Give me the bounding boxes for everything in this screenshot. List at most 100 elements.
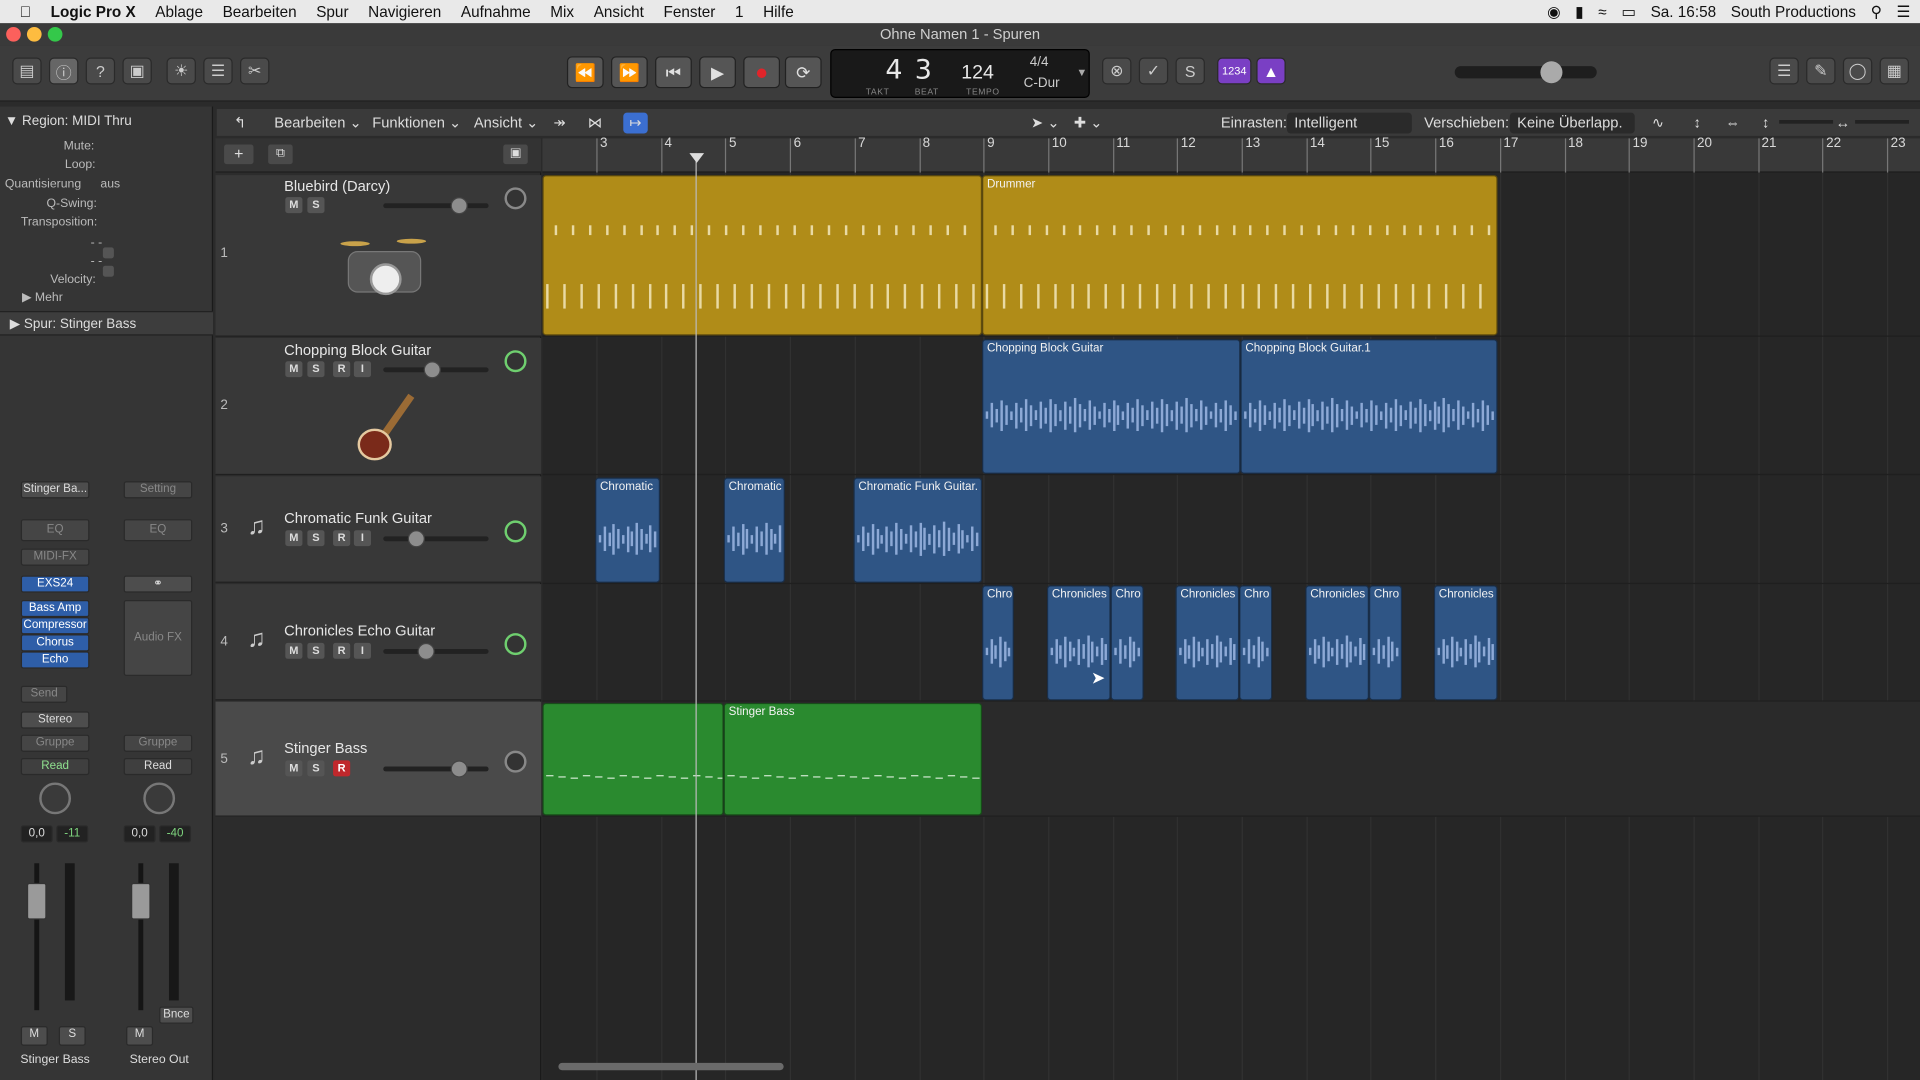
display-icon[interactable]: ▭ bbox=[1621, 2, 1635, 21]
replace-icon[interactable]: ⊗ bbox=[1102, 57, 1132, 85]
pan-knob[interactable] bbox=[504, 633, 527, 656]
link-icon[interactable]: ⚭ bbox=[123, 575, 193, 593]
track-header-5[interactable]: 5 ♫ Stinger Bass M S R bbox=[215, 701, 542, 817]
zoom-window-button[interactable] bbox=[47, 26, 63, 42]
library-icon[interactable]: ▤ bbox=[12, 57, 42, 85]
pointer-tool-icon[interactable]: ➤ ⌄ bbox=[1031, 113, 1060, 134]
audio-region[interactable]: Chronicles bbox=[1433, 585, 1498, 701]
instrument-slot[interactable]: EXS24 bbox=[20, 575, 90, 593]
volume-knob[interactable] bbox=[450, 197, 468, 215]
audio-region[interactable]: Chro bbox=[982, 585, 1014, 701]
menu-1[interactable]: 1 bbox=[725, 3, 753, 20]
mute-button[interactable]: M bbox=[285, 197, 303, 214]
smart-controls-icon[interactable]: ☀ bbox=[166, 57, 196, 85]
input-monitor-button[interactable]: I bbox=[353, 361, 372, 378]
track-header-4[interactable]: 4 ♫ Chronicles Echo Guitar M S R I bbox=[215, 584, 542, 701]
quantize-row[interactable]: Quantisierung aus bbox=[5, 178, 208, 191]
solo-button[interactable]: S bbox=[307, 642, 325, 659]
toolbar-icon[interactable]: ▣ bbox=[122, 57, 152, 85]
master-volume-slider[interactable] bbox=[1454, 66, 1597, 79]
solo-button[interactable]: S bbox=[307, 197, 325, 214]
mute-button[interactable]: M bbox=[285, 642, 303, 659]
track-name[interactable]: Chronicles Echo Guitar bbox=[284, 622, 435, 639]
mixer-icon[interactable]: ☰ bbox=[203, 57, 233, 85]
horizontal-scrollbar[interactable] bbox=[558, 1062, 784, 1071]
audio-region[interactable]: Chronicles bbox=[1175, 585, 1240, 701]
lcd-key[interactable]: C-Dur bbox=[1024, 76, 1060, 91]
wifi-icon[interactable]: ≈ bbox=[1598, 3, 1606, 20]
count-in-button[interactable]: 1234 bbox=[1217, 57, 1252, 85]
play-button[interactable]: ▶ bbox=[699, 56, 736, 89]
audio-region[interactable]: Chromatic bbox=[723, 477, 785, 583]
minimize-window-button[interactable] bbox=[26, 26, 42, 42]
lcd-display[interactable]: 4 3 TAKT BEAT 124 TEMPO 4/4 C-Dur ▼ bbox=[830, 48, 1090, 98]
volume-knob[interactable] bbox=[450, 760, 468, 778]
menu-spur[interactable]: Spur bbox=[306, 3, 358, 20]
volume-slider[interactable] bbox=[383, 203, 489, 209]
track-section-header[interactable]: ▶ Spur: Stinger Bass bbox=[0, 311, 214, 336]
drag-mode-select[interactable]: Keine Überlapp. bbox=[1509, 112, 1635, 134]
notification-icon[interactable]: ☰ bbox=[1896, 2, 1910, 21]
horizontal-zoom-icon[interactable]: ↔ bbox=[1836, 113, 1851, 134]
metronome-icon[interactable]: ▲ bbox=[1256, 57, 1286, 85]
record-enable-button[interactable]: R bbox=[333, 760, 351, 777]
pan-knob[interactable] bbox=[504, 350, 527, 373]
flex-icon[interactable]: ⋈ bbox=[588, 113, 603, 134]
go-to-start-button[interactable]: ⏮ bbox=[655, 56, 692, 89]
pan-knob-2[interactable] bbox=[143, 782, 176, 815]
menu-edit-local[interactable]: Bearbeiten ⌄ bbox=[274, 113, 361, 134]
record-button[interactable]: ● bbox=[743, 56, 781, 89]
editors-icon[interactable]: ✂ bbox=[240, 57, 270, 85]
global-tracks-icon[interactable]: ▣ bbox=[503, 144, 528, 165]
eq-button-1[interactable]: EQ bbox=[20, 519, 90, 542]
track-name[interactable]: Chopping Block Guitar bbox=[284, 342, 431, 359]
mute-button-strip-1[interactable]: M bbox=[20, 1026, 48, 1046]
midi-fx-slot[interactable]: MIDI-FX bbox=[20, 548, 90, 566]
audio-region[interactable]: Chro bbox=[1368, 585, 1403, 701]
quantize-value[interactable]: aus bbox=[100, 178, 120, 191]
snap-select[interactable]: Intelligent bbox=[1286, 112, 1412, 134]
input-monitor-button[interactable]: I bbox=[353, 642, 372, 659]
track-name[interactable]: Chromatic Funk Guitar bbox=[284, 509, 432, 526]
menu-navigieren[interactable]: Navigieren bbox=[358, 3, 451, 20]
midi-region[interactable]: Stinger Bass bbox=[723, 702, 983, 816]
secondary-tool-icon[interactable]: ✚ ⌄ bbox=[1074, 113, 1103, 134]
track-header-3[interactable]: 3 ♫ Chromatic Funk Guitar M S R I bbox=[215, 476, 542, 583]
audio-fx-slot[interactable]: Audio FX bbox=[123, 600, 193, 676]
user-name[interactable]: South Productions bbox=[1731, 3, 1856, 20]
more-toggle[interactable]: ▶ Mehr bbox=[5, 291, 208, 304]
menu-hilfe[interactable]: Hilfe bbox=[753, 3, 803, 20]
audio-region[interactable]: Chronicles bbox=[1305, 585, 1369, 701]
vertical-zoom-slider[interactable] bbox=[1779, 120, 1834, 124]
menu-ablage[interactable]: Ablage bbox=[146, 3, 213, 20]
battery-icon[interactable]: ▮ bbox=[1575, 2, 1583, 21]
solo-button[interactable]: S bbox=[307, 760, 325, 777]
menu-mix[interactable]: Mix bbox=[540, 3, 583, 20]
drummer-region-1[interactable] bbox=[542, 175, 983, 336]
volume-slider[interactable] bbox=[383, 766, 489, 772]
record-status-icon[interactable]: ◉ bbox=[1547, 2, 1560, 21]
vertical-fit-icon[interactable]: ↕ bbox=[1693, 113, 1700, 134]
notepad-icon[interactable]: ✎ bbox=[1806, 57, 1836, 85]
volume-fader-1[interactable] bbox=[26, 882, 47, 920]
solo-button[interactable]: S bbox=[307, 530, 325, 547]
automation-read-2[interactable]: Read bbox=[123, 757, 193, 776]
volume-value-1[interactable]: 0,0 bbox=[20, 825, 53, 843]
clock[interactable]: Sa. 16:58 bbox=[1651, 3, 1717, 20]
menu-bearbeiten[interactable]: Bearbeiten bbox=[213, 3, 307, 20]
volume-knob[interactable] bbox=[417, 642, 435, 661]
master-volume-knob[interactable] bbox=[1540, 61, 1563, 84]
track-name[interactable]: Bluebird (Darcy) bbox=[284, 178, 390, 195]
duplicate-track-icon[interactable]: ⧉ bbox=[268, 144, 293, 165]
mute-button[interactable]: M bbox=[285, 760, 303, 777]
menu-functions[interactable]: Funktionen ⌄ bbox=[372, 113, 461, 134]
tuner-icon[interactable]: ✓ bbox=[1138, 57, 1169, 85]
lcd-tempo[interactable]: 124 bbox=[961, 62, 994, 84]
mute-button[interactable]: M bbox=[285, 530, 303, 547]
group-slot-1[interactable]: Gruppe bbox=[20, 734, 90, 752]
spotlight-icon[interactable]: ⚲ bbox=[1871, 2, 1882, 21]
volume-knob[interactable] bbox=[423, 361, 441, 379]
playhead[interactable] bbox=[695, 154, 697, 1080]
close-window-button[interactable] bbox=[6, 26, 21, 42]
output-stereo[interactable]: Stereo bbox=[20, 711, 90, 729]
